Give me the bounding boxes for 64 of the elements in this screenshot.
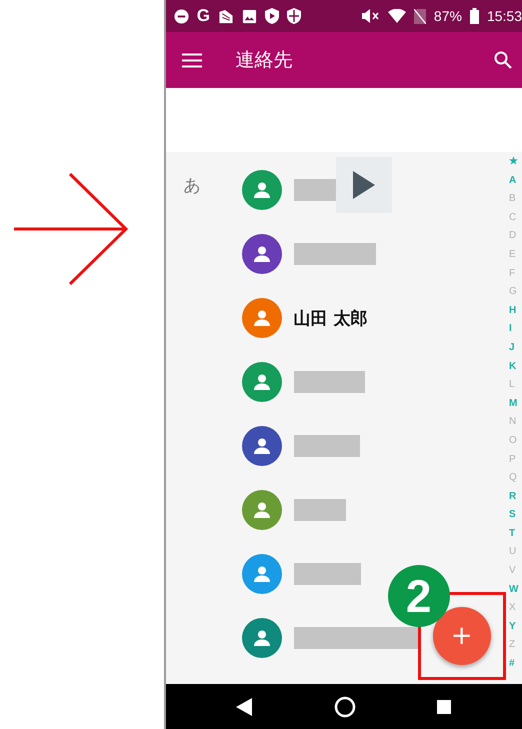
redacted-name [294, 563, 361, 585]
index-letter[interactable]: V [509, 562, 516, 581]
mute-icon [362, 9, 380, 23]
index-letter[interactable]: H [509, 302, 516, 320]
no-sim-icon [414, 8, 426, 24]
image-icon [242, 8, 257, 24]
index-letter[interactable]: Y [509, 618, 516, 636]
index-letter[interactable]: B [509, 190, 516, 209]
index-letter[interactable]: J [509, 338, 515, 358]
contact-avatar[interactable] [242, 490, 282, 530]
index-letter[interactable]: L [509, 376, 515, 395]
index-letter[interactable]: C [509, 208, 516, 228]
wifi-icon [388, 9, 406, 23]
do-not-disturb-icon [174, 8, 189, 24]
index-letter[interactable]: X [509, 599, 516, 618]
index-letter[interactable]: S [509, 506, 516, 525]
contact-avatar[interactable] [242, 298, 282, 338]
index-letter[interactable]: R [509, 488, 516, 506]
shield-icon [286, 8, 301, 24]
battery-percentage: 87% [434, 8, 462, 24]
contact-avatar[interactable] [242, 234, 282, 274]
clock-time: 15:53 [486, 8, 522, 24]
index-letter[interactable]: M [509, 394, 518, 414]
back-icon[interactable] [236, 698, 252, 716]
add-contact-button[interactable]: + [432, 607, 491, 665]
index-letter[interactable]: F [509, 264, 516, 284]
app-title: 連絡先 [236, 48, 294, 73]
index-letter[interactable]: A [509, 172, 516, 190]
index-letter[interactable]: # [509, 655, 515, 674]
index-letter[interactable]: U [509, 543, 516, 562]
contact-avatar[interactable] [242, 170, 282, 210]
redacted-name [294, 435, 360, 457]
index-letter[interactable]: G [509, 283, 517, 302]
index-letter[interactable]: D [509, 227, 516, 246]
play-icon [352, 171, 375, 199]
section-letter: あ [184, 176, 201, 196]
index-letter[interactable]: Z [509, 636, 516, 656]
index-letter[interactable]: W [509, 580, 518, 600]
step-number: 2 [388, 565, 450, 627]
index-letter[interactable]: O [509, 432, 517, 450]
index-letter[interactable]: T [509, 524, 516, 544]
play-button[interactable] [336, 157, 392, 213]
shield-play-icon [264, 8, 279, 24]
menu-icon[interactable] [182, 52, 202, 68]
redacted-name [294, 371, 365, 393]
index-letter[interactable]: P [509, 450, 516, 470]
index-letter[interactable]: K [509, 358, 516, 376]
index-letter[interactable]: Q [509, 469, 517, 488]
index-letter[interactable]: N [509, 413, 516, 432]
contact-avatar[interactable] [242, 618, 282, 658]
contact-avatar[interactable] [242, 426, 282, 466]
index-letter[interactable]: E [509, 246, 516, 265]
contact-avatar[interactable] [242, 362, 282, 402]
recents-icon[interactable] [437, 700, 452, 714]
app-notification-icon [218, 8, 234, 24]
battery-icon [470, 8, 479, 24]
redacted-name [294, 499, 346, 521]
contact-avatar[interactable] [242, 554, 282, 594]
notification-letter: G [196, 6, 210, 26]
index-letter[interactable]: ★ [509, 153, 518, 172]
home-icon[interactable] [334, 696, 356, 718]
contact-name[interactable]: 山田 太郎 [294, 306, 368, 330]
search-icon[interactable] [494, 51, 512, 69]
index-letter[interactable]: I [509, 320, 512, 339]
